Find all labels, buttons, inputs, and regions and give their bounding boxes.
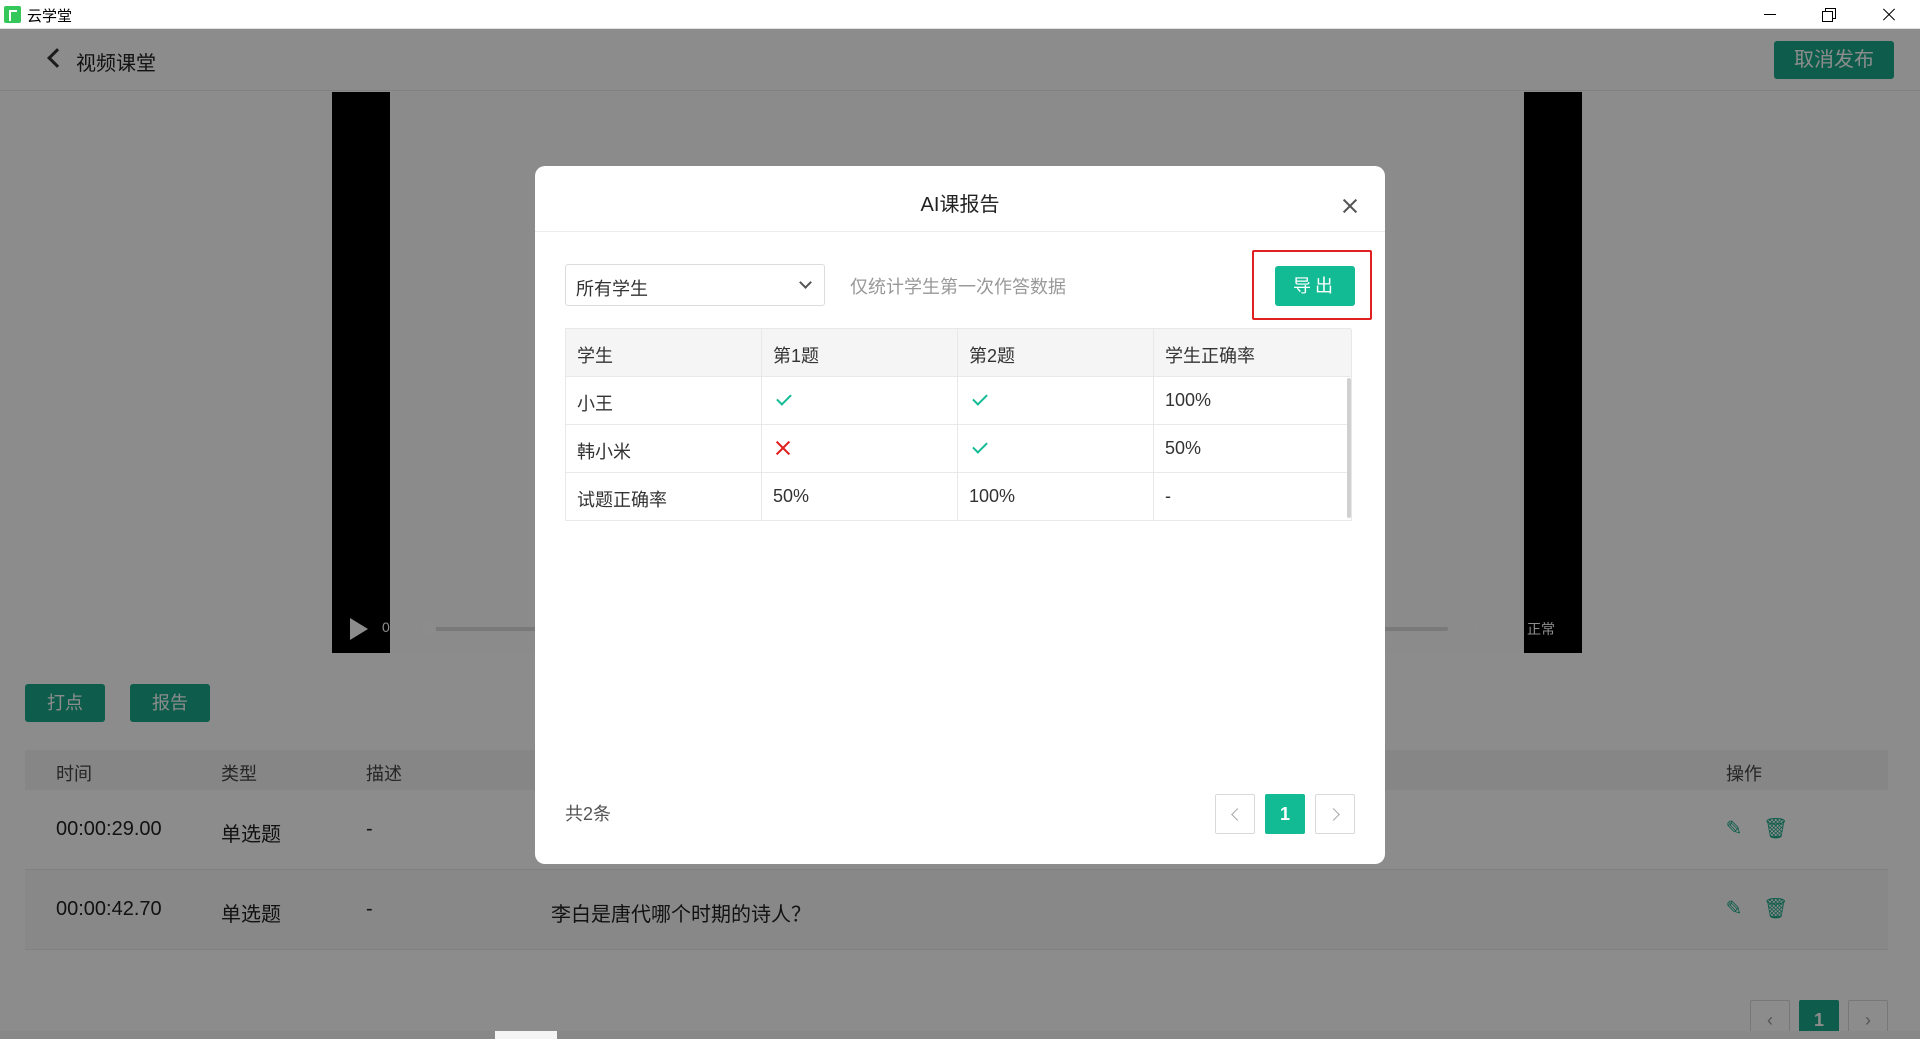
taskbar-strip xyxy=(0,1031,1920,1039)
taskbar-strip-item xyxy=(495,1031,557,1039)
stats-hint: 仅统计学生第一次作答数据 xyxy=(850,277,1066,297)
overall-rate: - xyxy=(1165,486,1171,506)
column-header-rate: 学生正确率 xyxy=(1165,346,1255,366)
page-prev-button[interactable] xyxy=(1215,794,1255,834)
student-name: 韩小米 xyxy=(577,442,631,462)
export-button[interactable]: 导出 xyxy=(1275,266,1355,306)
close-window-button[interactable] xyxy=(1864,0,1912,29)
student-rate: 100% xyxy=(1165,390,1212,410)
question-rate-label: 试题正确率 xyxy=(577,490,667,510)
modal-title: AI课报告 xyxy=(920,194,1000,216)
page-next-button[interactable] xyxy=(1315,794,1355,834)
restore-button[interactable] xyxy=(1804,0,1852,29)
student-rate: 50% xyxy=(1165,438,1202,458)
check-icon xyxy=(970,389,990,409)
chevron-down-icon xyxy=(799,276,812,289)
table-row: 试题正确率 50% 100% - xyxy=(566,473,1352,521)
table-row: 韩小米 50% xyxy=(566,425,1352,473)
q2-rate: 100% xyxy=(969,486,1016,506)
table-row: 小王 100% xyxy=(566,377,1352,425)
minimize-button[interactable] xyxy=(1746,0,1794,29)
column-header-student: 学生 xyxy=(577,346,613,366)
student-name: 小王 xyxy=(577,394,613,414)
column-header-q1: 第1题 xyxy=(773,346,820,366)
close-icon[interactable] xyxy=(1340,196,1360,216)
report-table-header: 学生 第1题 第2题 学生正确率 xyxy=(566,329,1352,377)
table-scrollbar[interactable] xyxy=(1347,378,1351,518)
title-bar: 云学堂 xyxy=(0,0,1920,29)
modal-header: AI课报告 xyxy=(535,166,1385,232)
check-icon xyxy=(774,389,794,409)
q1-rate: 50% xyxy=(773,486,810,506)
column-header-q2: 第2题 xyxy=(969,346,1016,366)
cross-icon xyxy=(774,439,792,457)
report-modal: AI课报告 所有学生 仅统计学生第一次作答数据 导出 学生 第1题 第2题 学生… xyxy=(535,166,1385,864)
student-filter-select[interactable]: 所有学生 xyxy=(565,264,825,306)
app-title: 云学堂 xyxy=(27,8,73,25)
total-count: 共2条 xyxy=(565,804,612,824)
student-filter-value: 所有学生 xyxy=(576,279,648,299)
report-table: 学生 第1题 第2题 学生正确率 小王 100% 韩小米 50% 试题正确率 5… xyxy=(565,328,1352,521)
page-current[interactable]: 1 xyxy=(1265,794,1305,834)
check-icon xyxy=(970,437,990,457)
app-logo-icon xyxy=(4,6,21,23)
